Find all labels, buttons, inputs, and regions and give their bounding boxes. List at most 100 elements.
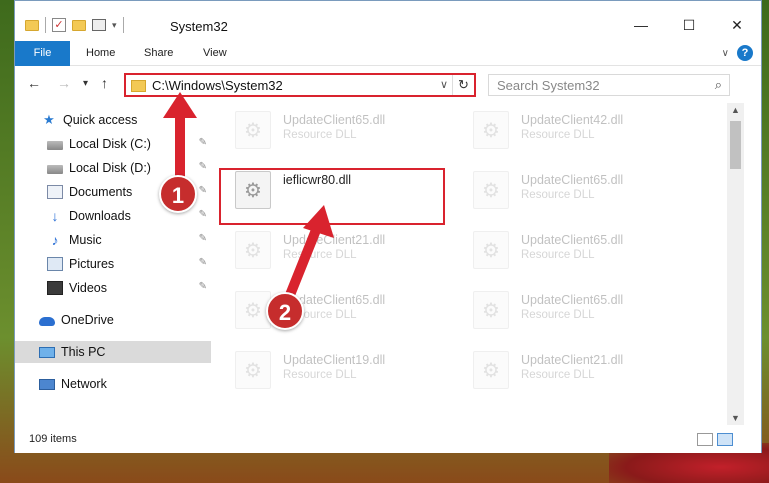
tab-home[interactable]: Home: [86, 41, 115, 66]
quick-access-toolbar: ✓ ▾: [25, 17, 124, 33]
scroll-up-arrow-icon[interactable]: ▲: [727, 105, 744, 115]
file-name: UpdateClient42.dll: [521, 113, 624, 127]
help-icon[interactable]: ?: [737, 45, 753, 61]
minimize-button[interactable]: —: [617, 11, 665, 39]
refresh-button[interactable]: ↻: [452, 75, 474, 95]
back-button[interactable]: ←: [27, 75, 41, 91]
search-icon[interactable]: ⌕: [715, 77, 722, 93]
file-explorer-window: ✓ ▾ System32 — ☐ ✕ File Home Share View …: [14, 0, 762, 453]
up-button[interactable]: ↑: [101, 75, 108, 91]
sidebar-item-label: This PC: [61, 345, 106, 359]
pin-icon: ✎: [198, 161, 207, 172]
network-icon: [39, 378, 55, 390]
file-item[interactable]: UpdateClient21.dll Resource DLL: [235, 225, 435, 273]
maximize-button[interactable]: ☐: [665, 11, 713, 39]
highlight-box: [219, 168, 445, 225]
file-name: UpdateClient65.dll: [521, 173, 624, 187]
documents-icon: [47, 185, 63, 199]
forward-button[interactable]: →: [57, 75, 71, 91]
ribbon-tabs: File Home Share View ∨ ?: [15, 41, 761, 66]
address-path[interactable]: C:\Windows\System32: [152, 78, 283, 93]
pin-icon: ✎: [198, 281, 207, 292]
sidebar-item-label: OneDrive: [61, 313, 114, 327]
dll-file-icon: [473, 111, 509, 149]
file-name: UpdateClient65.dll: [521, 233, 624, 247]
address-bar[interactable]: C:\Windows\System32 ∨ ↻: [124, 73, 476, 97]
customize-toolbar-chevron-icon[interactable]: ▾: [112, 20, 117, 31]
pictures-icon: [47, 257, 63, 271]
file-type: Resource DLL: [521, 369, 595, 381]
expand-ribbon-chevron-icon[interactable]: ∨: [722, 48, 729, 59]
file-type: Resource DLL: [521, 129, 595, 141]
file-name: UpdateClient21.dll: [283, 233, 386, 247]
file-name: UpdateClient19.dll: [283, 353, 386, 367]
sidebar-item-label: Network: [61, 377, 107, 391]
file-item[interactable]: UpdateClient65.dll Resource DLL: [235, 285, 435, 333]
file-item[interactable]: UpdateClient65.dll Resource DLL: [473, 285, 673, 333]
dll-file-icon: [235, 231, 271, 269]
folder-icon: [131, 80, 146, 92]
toolbar-divider: [122, 17, 124, 33]
file-name: UpdateClient65.dll: [283, 113, 386, 127]
file-name: UpdateClient21.dll: [521, 353, 624, 367]
star-icon: ★: [43, 112, 55, 127]
sidebar-item-videos[interactable]: Videos ✎: [15, 277, 211, 299]
close-button[interactable]: ✕: [713, 11, 761, 39]
tab-file[interactable]: File: [15, 41, 70, 66]
sidebar-item-label: Documents: [69, 185, 133, 199]
file-type: Resource DLL: [521, 189, 595, 201]
file-type: Resource DLL: [521, 249, 595, 261]
properties-icon[interactable]: [92, 19, 106, 31]
sidebar-item-label: Videos: [69, 281, 107, 295]
window-controls: — ☐ ✕: [617, 11, 761, 39]
scroll-down-arrow-icon[interactable]: ▼: [727, 413, 744, 423]
videos-icon: [47, 281, 63, 295]
view-toggle: [697, 433, 733, 446]
file-type: Resource DLL: [521, 309, 595, 321]
file-item[interactable]: UpdateClient65.dll Resource DLL: [473, 165, 673, 213]
large-icons-view-icon[interactable]: [717, 433, 733, 446]
checkbox-properties-icon[interactable]: ✓: [52, 18, 66, 32]
sidebar-item-music[interactable]: ♪ Music ✎: [15, 229, 211, 251]
sidebar-item-onedrive[interactable]: OneDrive: [15, 309, 211, 331]
file-item[interactable]: UpdateClient21.dll Resource DLL: [473, 345, 673, 393]
dll-file-icon: [235, 111, 271, 149]
ribbon-right-controls: ∨ ?: [722, 45, 753, 61]
dll-file-icon: [473, 351, 509, 389]
pin-icon: ✎: [198, 233, 207, 244]
pin-icon: ✎: [198, 185, 207, 196]
file-item[interactable]: UpdateClient42.dll Resource DLL: [473, 105, 673, 153]
sidebar-item-label: Local Disk (C:): [69, 137, 151, 151]
details-view-icon[interactable]: [697, 433, 713, 446]
pin-icon: ✎: [198, 209, 207, 220]
address-history-chevron-icon[interactable]: ∨: [440, 78, 448, 91]
status-bar: 109 items: [15, 427, 761, 453]
new-folder-icon[interactable]: [72, 19, 86, 31]
sidebar-item-label: Downloads: [69, 209, 131, 223]
dll-file-icon: [473, 171, 509, 209]
step-badge-1: 1: [159, 175, 197, 213]
file-type: Resource DLL: [283, 129, 357, 141]
cloud-icon: [39, 317, 55, 326]
scrollbar-thumb[interactable]: [730, 121, 741, 169]
file-item[interactable]: UpdateClient65.dll Resource DLL: [235, 105, 435, 153]
sidebar-item-pictures[interactable]: Pictures ✎: [15, 253, 211, 275]
sidebar-item-label: Local Disk (D:): [69, 161, 151, 175]
drive-icon: [47, 165, 63, 174]
sidebar-item-quick-access[interactable]: ★ Quick access: [15, 109, 211, 131]
folder-icon[interactable]: [25, 19, 39, 31]
navigation-bar: ← → ▾ ↑ C:\Windows\System32 ∨ ↻ Search S…: [15, 67, 761, 101]
drive-icon: [47, 141, 63, 150]
file-item[interactable]: UpdateClient65.dll Resource DLL: [473, 225, 673, 273]
vertical-scrollbar[interactable]: ▲ ▼: [727, 103, 744, 425]
sidebar-item-local-disk-c[interactable]: Local Disk (C:) ✎: [15, 133, 211, 155]
tab-view[interactable]: View: [203, 41, 227, 66]
search-input[interactable]: Search System32 ⌕: [488, 74, 730, 96]
recent-locations-chevron-icon[interactable]: ▾: [83, 78, 88, 89]
tab-share[interactable]: Share: [144, 41, 173, 66]
search-placeholder: Search System32: [497, 78, 600, 93]
sidebar-item-network[interactable]: Network: [15, 373, 211, 395]
sidebar-item-this-pc[interactable]: This PC: [15, 341, 211, 363]
pin-icon: ✎: [198, 137, 207, 148]
file-item[interactable]: UpdateClient19.dll Resource DLL: [235, 345, 435, 393]
